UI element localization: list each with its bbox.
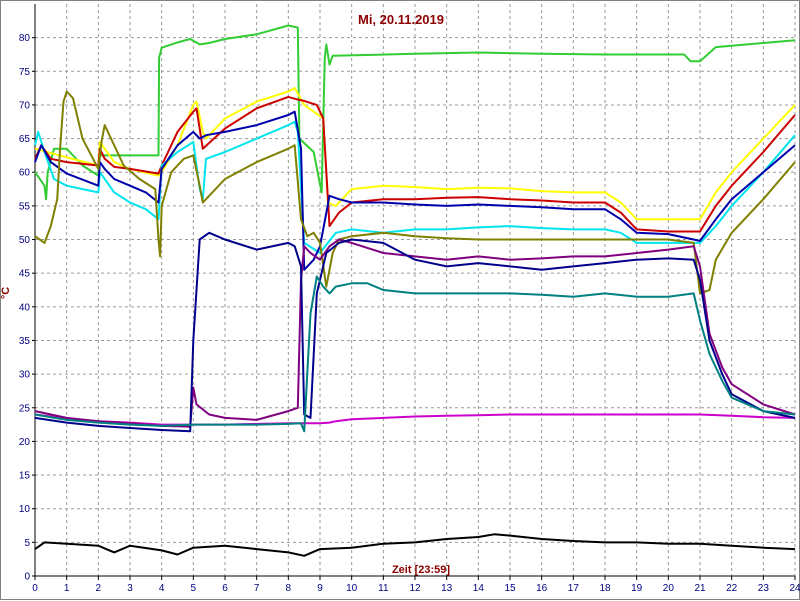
tick-labels: 0 1 2 3 4 5 6 7 8 9 10 11 12 13 14 15 16 17 18 19 20 21 22 23 24… [19, 33, 800, 594]
x-tick-label: 13 [441, 583, 453, 594]
x-tick-label: 21 [694, 583, 706, 594]
series-line-8 [34, 238, 796, 428]
y-tick-label: 45 [19, 269, 31, 280]
x-tick-label: 11 [378, 583, 389, 594]
x-tick-label: 20 [663, 583, 675, 594]
y-tick-label: 15 [19, 471, 31, 482]
axes [32, 4, 796, 580]
y-tick-label: 50 [19, 235, 31, 246]
chart-title: Mi, 20.11.2019 [358, 12, 444, 27]
y-tick-label: 30 [19, 370, 31, 381]
y-tick-label: 10 [19, 504, 31, 515]
y-tick-label: 65 [19, 134, 31, 145]
x-tick-label: 1 [64, 583, 70, 594]
y-tick-label: 80 [19, 33, 31, 44]
y-tick-label: 20 [19, 437, 31, 448]
x-tick-label: 22 [726, 583, 738, 594]
x-tick-label: 4 [159, 583, 165, 594]
x-tick-label: 19 [631, 583, 643, 594]
x-tick-label: 2 [96, 583, 102, 594]
y-tick-label: 60 [19, 168, 31, 179]
x-tick-label: 18 [599, 583, 611, 594]
line-chart: 0 1 2 3 4 5 6 7 8 9 10 11 12 13 14 15 16 17 18 19 20 21 22 23 24… [1, 4, 800, 594]
grid [34, 4, 796, 577]
x-tick-label: 12 [409, 583, 421, 594]
y-tick-label: 75 [19, 67, 31, 78]
x-tick-label: 23 [758, 583, 770, 594]
x-tick-label: 17 [568, 583, 580, 594]
x-tick-label: 15 [504, 583, 516, 594]
y-tick-label: 70 [19, 100, 31, 111]
x-tick-label: 16 [536, 583, 548, 594]
x-tick-label: 9 [317, 583, 323, 594]
x-tick-label: 5 [191, 583, 197, 594]
y-tick-label: 5 [24, 538, 30, 549]
y-tick-label: 25 [19, 403, 31, 414]
x-tick-label: 10 [346, 583, 358, 594]
x-tick-label: 14 [473, 583, 485, 594]
y-axis-label: °C [1, 287, 12, 299]
y-tick-label: 35 [19, 336, 31, 347]
x-tick-label: 24 [789, 583, 800, 594]
chart-frame: 0 1 2 3 4 5 6 7 8 9 10 11 12 13 14 15 16 17 18 19 20 21 22 23 24… [0, 0, 800, 600]
y-tick-label: 55 [19, 201, 31, 212]
x-axis-label: Zeit [23:59] [392, 564, 450, 576]
x-tick-label: 8 [286, 583, 292, 594]
x-tick-label: 0 [32, 583, 38, 594]
y-tick-label: 0 [24, 572, 30, 583]
x-tick-label: 6 [222, 583, 228, 594]
x-tick-label: 7 [254, 583, 260, 594]
x-tick-label: 3 [127, 583, 133, 594]
y-tick-label: 40 [19, 302, 31, 313]
